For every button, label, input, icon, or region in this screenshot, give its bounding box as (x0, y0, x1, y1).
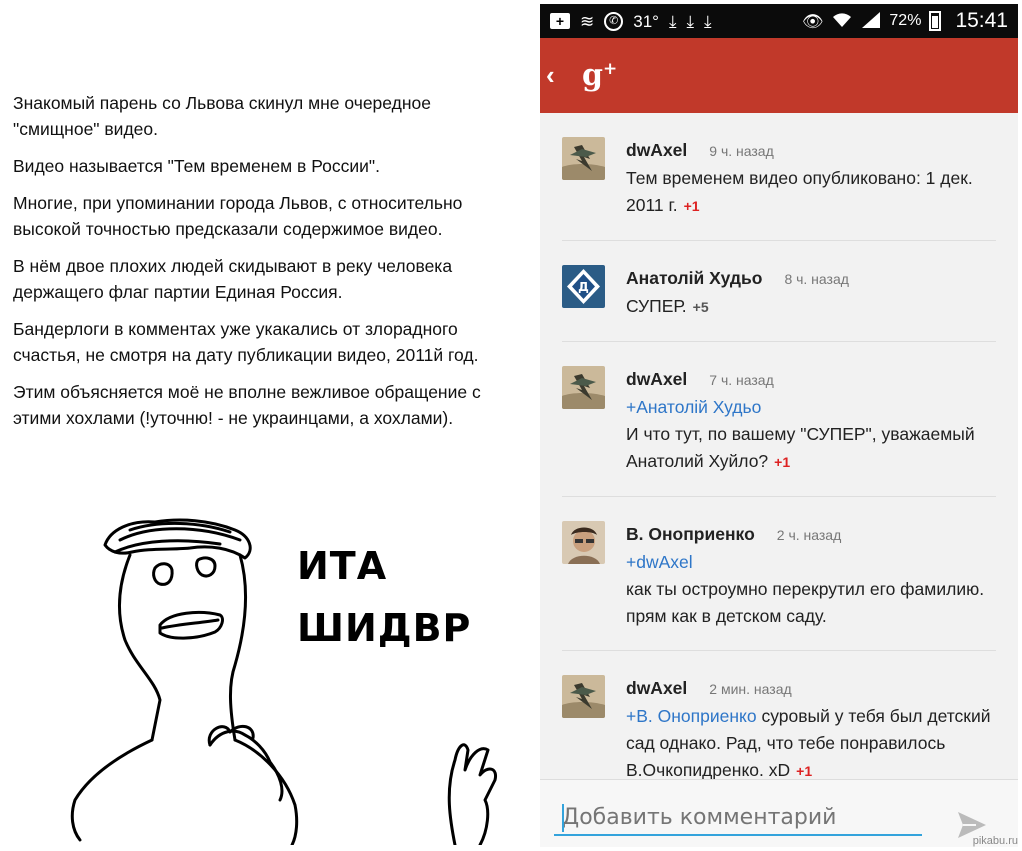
avatar[interactable] (562, 521, 605, 564)
plus-one-count[interactable]: +1 (684, 198, 700, 214)
phone-call-icon: ✆ (604, 11, 624, 31)
mention-link[interactable]: +В. Оноприенко (626, 706, 757, 726)
logo-letter: g (582, 58, 603, 93)
comment-text: И что тут, по вашему "СУПЕР", уважаемый … (626, 424, 975, 471)
comment-author[interactable]: dwAxel (626, 137, 687, 164)
wifi-icon (831, 11, 853, 32)
wifi-notification-icon: ≋ (580, 11, 595, 31)
comment-text-block: +Анатолій Худьо И что тут, по вашему "СУП… (626, 394, 996, 476)
comment-time: 7 ч. назад (709, 372, 774, 388)
meme-caption: ИТА ШИДВР (297, 535, 471, 659)
comment-time: 8 ч. назад (784, 271, 849, 287)
comment-author[interactable]: Анатолій Худьо (626, 265, 762, 292)
article-paragraph: Многие, при упоминании города Львов, с о… (13, 193, 463, 239)
avatar[interactable] (562, 366, 605, 409)
download-icon: ⤓ (686, 11, 694, 31)
logo-plus: + (602, 59, 618, 79)
comment-author[interactable]: dwAxel (626, 675, 687, 702)
comment-text-block: СУПЕР. +5 (626, 293, 996, 321)
temperature-label: 31° (633, 11, 659, 31)
comment-author[interactable]: dwAxel (626, 366, 687, 393)
download-icon: ⤓ (704, 11, 712, 31)
comment-header: dwAxel 9 ч. назад (626, 137, 996, 165)
avatar[interactable] (562, 137, 605, 180)
comment-body: dwAxel 9 ч. назад Тем временем видео опубл… (626, 137, 996, 240)
comment-input[interactable] (554, 800, 922, 836)
comment-body: dwAxel 7 ч. назад +Анатолій Худьо И что тут… (626, 366, 996, 496)
comment-text-block: +В. Оноприенко суровый у тебя был детски… (626, 703, 996, 785)
avatar[interactable]: Д (562, 265, 605, 308)
battery-icon (929, 11, 942, 31)
comment-item: dwAxel 9 ч. назад Тем временем видео опубл… (562, 113, 996, 241)
article-paragraph: Бандерлоги в комментах уже укакались от … (13, 319, 479, 365)
comment-text: Тем временем видео опубликовано: 1 дек. … (626, 168, 973, 215)
comment-author[interactable]: В. Оноприенко (626, 521, 755, 548)
comment-text-block: Тем временем видео опубликовано: 1 дек. … (626, 165, 996, 220)
comment-item: dwAxel 7 ч. назад +Анатолій Худьо И что тут… (562, 342, 996, 497)
text-cursor (562, 804, 564, 832)
back-button[interactable]: ‹ (546, 60, 570, 91)
comment-text-block: +dwAxel как ты остроумно перекрутил его ф… (626, 549, 996, 630)
comment-item: В. Оноприенко 2 ч. назад +dwAxel как ты ост… (562, 497, 996, 651)
comment-text: как ты остроумно перекрутил его фамилию.… (626, 579, 985, 626)
comment-item: Д Анатолій Худьо 8 ч. назад СУПЕР. +5 (562, 241, 996, 342)
comment-time: 9 ч. назад (709, 143, 774, 159)
comment-composer (540, 779, 1018, 847)
article-paragraph: Видео называется "Тем временем в России"… (13, 156, 380, 176)
app-bar: ‹ g+ (540, 38, 1018, 113)
meme-line: ИТА (297, 544, 388, 588)
comment-body: В. Оноприенко 2 ч. назад +dwAxel как ты ост… (626, 521, 996, 650)
avatar[interactable] (562, 675, 605, 718)
article-paragraph: В нём двое плохих людей скидывают в реку… (13, 256, 453, 302)
phone-screen: + ≋ ✆ 31° ⤓ ⤓ ⤓ 👁 72% 15:41 ‹ g+ dwAxel 9… (540, 4, 1018, 847)
comment-header: В. Оноприенко 2 ч. назад (626, 521, 996, 549)
google-plus-logo: g+ (582, 58, 617, 93)
plus-one-count[interactable]: +5 (693, 299, 709, 315)
comment-header: dwAxel 2 мин. назад (626, 675, 996, 703)
article-paragraph: Знакомый парень со Львова скинул мне оче… (13, 93, 431, 139)
mention-link[interactable]: +Анатолій Худьо (626, 397, 761, 417)
comment-header: dwAxel 7 ч. назад (626, 366, 996, 394)
signal-icon (861, 11, 881, 32)
meme-line: ШИДВР (297, 606, 472, 650)
comment-time: 2 мин. назад (709, 681, 792, 697)
comment-text: СУПЕР. (626, 296, 687, 316)
watermark: pikabu.ru (972, 835, 1018, 847)
svg-text:Д: Д (578, 280, 589, 294)
mention-link[interactable]: +dwAxel (626, 552, 693, 572)
eye-icon: 👁 (801, 11, 824, 31)
comment-list: dwAxel 9 ч. назад Тем временем видео опубл… (540, 113, 1018, 805)
comment-header: Анатолій Худьо 8 ч. назад (626, 265, 996, 293)
plus-one-count[interactable]: +1 (796, 763, 812, 779)
add-notification-icon: + (550, 13, 570, 29)
battery-percent: 72% (889, 12, 922, 29)
status-bar: + ≋ ✆ 31° ⤓ ⤓ ⤓ 👁 72% 15:41 (540, 4, 1018, 38)
download-icon: ⤓ (668, 11, 677, 31)
article-paragraph: Этим объясняется моё не вполне вежливое … (13, 382, 481, 428)
plus-one-count[interactable]: +1 (774, 454, 790, 470)
comment-body: Анатолій Худьо 8 ч. назад СУПЕР. +5 (626, 265, 996, 341)
clock: 15:41 (955, 9, 1008, 32)
article-text: Знакомый парень со Львова скинул мне оче… (13, 90, 518, 442)
comment-time: 2 ч. назад (776, 527, 842, 543)
